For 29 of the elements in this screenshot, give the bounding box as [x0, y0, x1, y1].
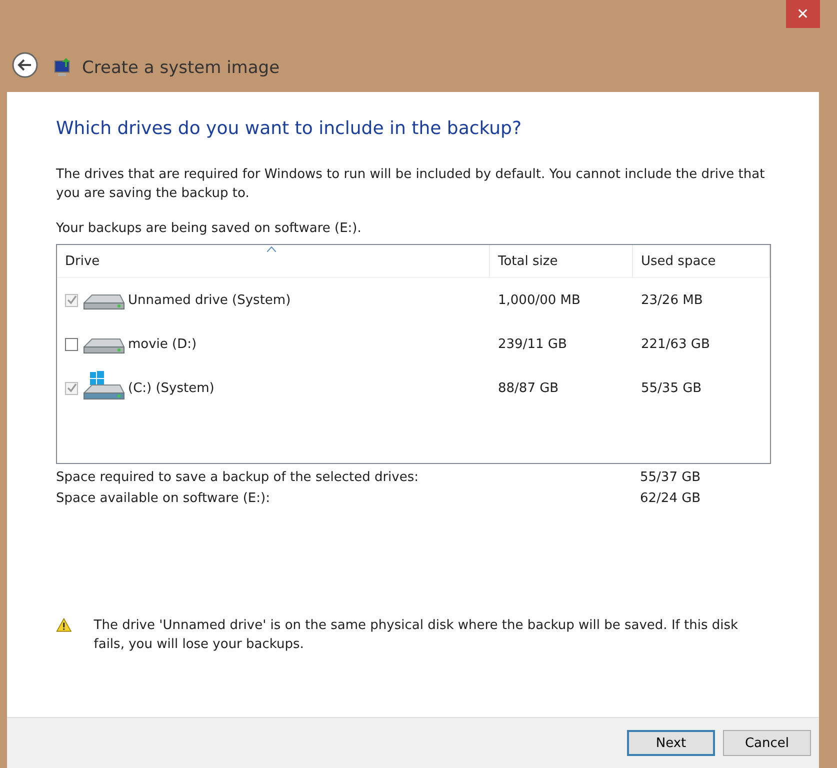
warning-text: The drive 'Unnamed drive' is on the same physical disk where the backup will be saved. If this disk fails, you will lose your backups. [94, 617, 740, 654]
cancel-button[interactable]: Cancel [723, 730, 811, 756]
summary-value: 62/24 GB [640, 491, 702, 506]
column-header[interactable]: Total size [490, 245, 633, 277]
back-icon[interactable] [12, 52, 38, 78]
hard-drive-icon [82, 294, 126, 310]
table-cell-text: 239/11 GB [497, 336, 568, 352]
table-cell-text: 23/26 MB [640, 292, 704, 308]
window-title: Create a system image [82, 58, 280, 78]
table-cell-text: 55/35 GB [640, 380, 703, 396]
summary-value: 55/37 GB [640, 470, 702, 485]
drive-checkbox[interactable] [65, 338, 78, 350]
drive-name: Unnamed drive (System) [128, 292, 291, 308]
drive-name: (C:) (System) [128, 380, 214, 396]
table-cell-text: 1,000/00 MB [497, 292, 582, 308]
hard-drive-icon [82, 338, 126, 354]
table-cell-text: 88/87 GB [497, 380, 560, 396]
summary-label: Space required to save a backup of the selected drives: [56, 470, 420, 485]
close-button[interactable]: ✕ [786, 0, 820, 28]
page-heading: Which drives do you want to include in the backup? [56, 118, 523, 139]
next-button[interactable]: Next [627, 730, 715, 756]
summary-label: Space available on software (E:): [56, 491, 271, 506]
save-location-text: Your backups are being saved on software (E:). [56, 220, 362, 238]
column-header[interactable]: Drive [57, 245, 490, 277]
table-cell-text: 221/63 GB [640, 336, 711, 352]
drive-name: movie (D:) [128, 336, 197, 352]
warning-icon [56, 616, 72, 634]
column-header[interactable]: Used space [633, 245, 770, 277]
description-text: The drives that are required for Windows to run will be included by default. You cannot include the drive that you are saving the backup to. [56, 166, 766, 203]
